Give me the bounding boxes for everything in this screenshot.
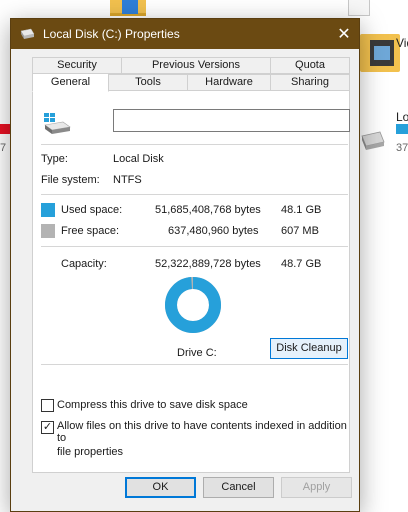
- tab-sharing[interactable]: Sharing: [270, 74, 350, 91]
- usage-donut-chart: [165, 277, 221, 333]
- used-space-label: Used space:: [61, 204, 123, 216]
- drive-usage-bar-full: [0, 124, 10, 134]
- free-space-bytes: 637,480,960 bytes: [168, 225, 259, 237]
- index-label-line1: Allow files on this drive to have conten…: [57, 420, 347, 444]
- tab-strip: Security Previous Versions Quota General…: [32, 57, 350, 92]
- index-label[interactable]: Allow files on this drive to have conten…: [57, 420, 349, 458]
- used-space-size: 48.1 GB: [281, 204, 322, 216]
- used-space-swatch: [41, 203, 55, 217]
- used-space-bytes: 51,685,408,768 bytes: [155, 204, 261, 216]
- drive-size-text-left: 7: [0, 142, 7, 154]
- capacity-bytes: 52,322,889,728 bytes: [155, 258, 261, 270]
- tab-general[interactable]: General: [32, 73, 109, 92]
- type-value: Local Disk: [113, 153, 164, 165]
- videos-folder-icon[interactable]: [360, 30, 400, 74]
- divider: [41, 246, 348, 247]
- drive-usage-bar: [396, 124, 408, 134]
- apply-button[interactable]: Apply: [281, 477, 352, 498]
- divider: [41, 144, 348, 145]
- index-label-line2: file properties: [57, 446, 124, 458]
- capacity-size: 48.7 GB: [281, 258, 322, 270]
- document-icon[interactable]: [348, 0, 370, 16]
- tab-hardware[interactable]: Hardware: [187, 74, 271, 91]
- drive-icon[interactable]: [358, 130, 386, 152]
- ok-button[interactable]: OK: [125, 477, 196, 498]
- capacity-label: Capacity:: [61, 258, 107, 270]
- disk-cleanup-button[interactable]: Disk Cleanup: [270, 338, 348, 359]
- videos-folder-label[interactable]: Vid: [396, 36, 408, 50]
- used-space-arc: [165, 277, 221, 333]
- properties-dialog: Local Disk (C:) Properties ✕ Security Pr…: [10, 18, 360, 512]
- drive-name-input[interactable]: [113, 109, 350, 132]
- divider: [41, 194, 348, 195]
- window-title: Local Disk (C:) Properties: [43, 27, 180, 41]
- tab-security[interactable]: Security: [32, 57, 122, 74]
- folder-icon[interactable]: [110, 0, 146, 16]
- file-system-label: File system:: [41, 174, 100, 186]
- free-space-size: 607 MB: [281, 225, 319, 237]
- tab-previous-versions[interactable]: Previous Versions: [121, 57, 271, 74]
- compress-checkbox[interactable]: [41, 399, 54, 412]
- free-space-swatch: [41, 224, 55, 238]
- drive-icon: [20, 28, 35, 39]
- divider: [41, 364, 348, 365]
- file-system-value: NTFS: [113, 174, 142, 186]
- type-label: Type:: [41, 153, 68, 165]
- cancel-button[interactable]: Cancel: [203, 477, 274, 498]
- drive-label[interactable]: Lo: [396, 110, 408, 124]
- drive-size-text: 37: [396, 142, 408, 154]
- compress-label[interactable]: Compress this drive to save disk space: [57, 399, 248, 411]
- drive-large-icon: [44, 113, 71, 134]
- title-bar[interactable]: Local Disk (C:) Properties ✕: [11, 19, 359, 49]
- close-icon[interactable]: ✕: [329, 19, 359, 49]
- index-checkbox[interactable]: ✓: [41, 421, 54, 434]
- tab-quota[interactable]: Quota: [270, 57, 350, 74]
- general-panel: Type: Local Disk File system: NTFS Used …: [32, 90, 350, 473]
- drive-letter-label: Drive C:: [177, 347, 217, 359]
- free-space-label: Free space:: [61, 225, 120, 237]
- tab-tools[interactable]: Tools: [108, 74, 188, 91]
